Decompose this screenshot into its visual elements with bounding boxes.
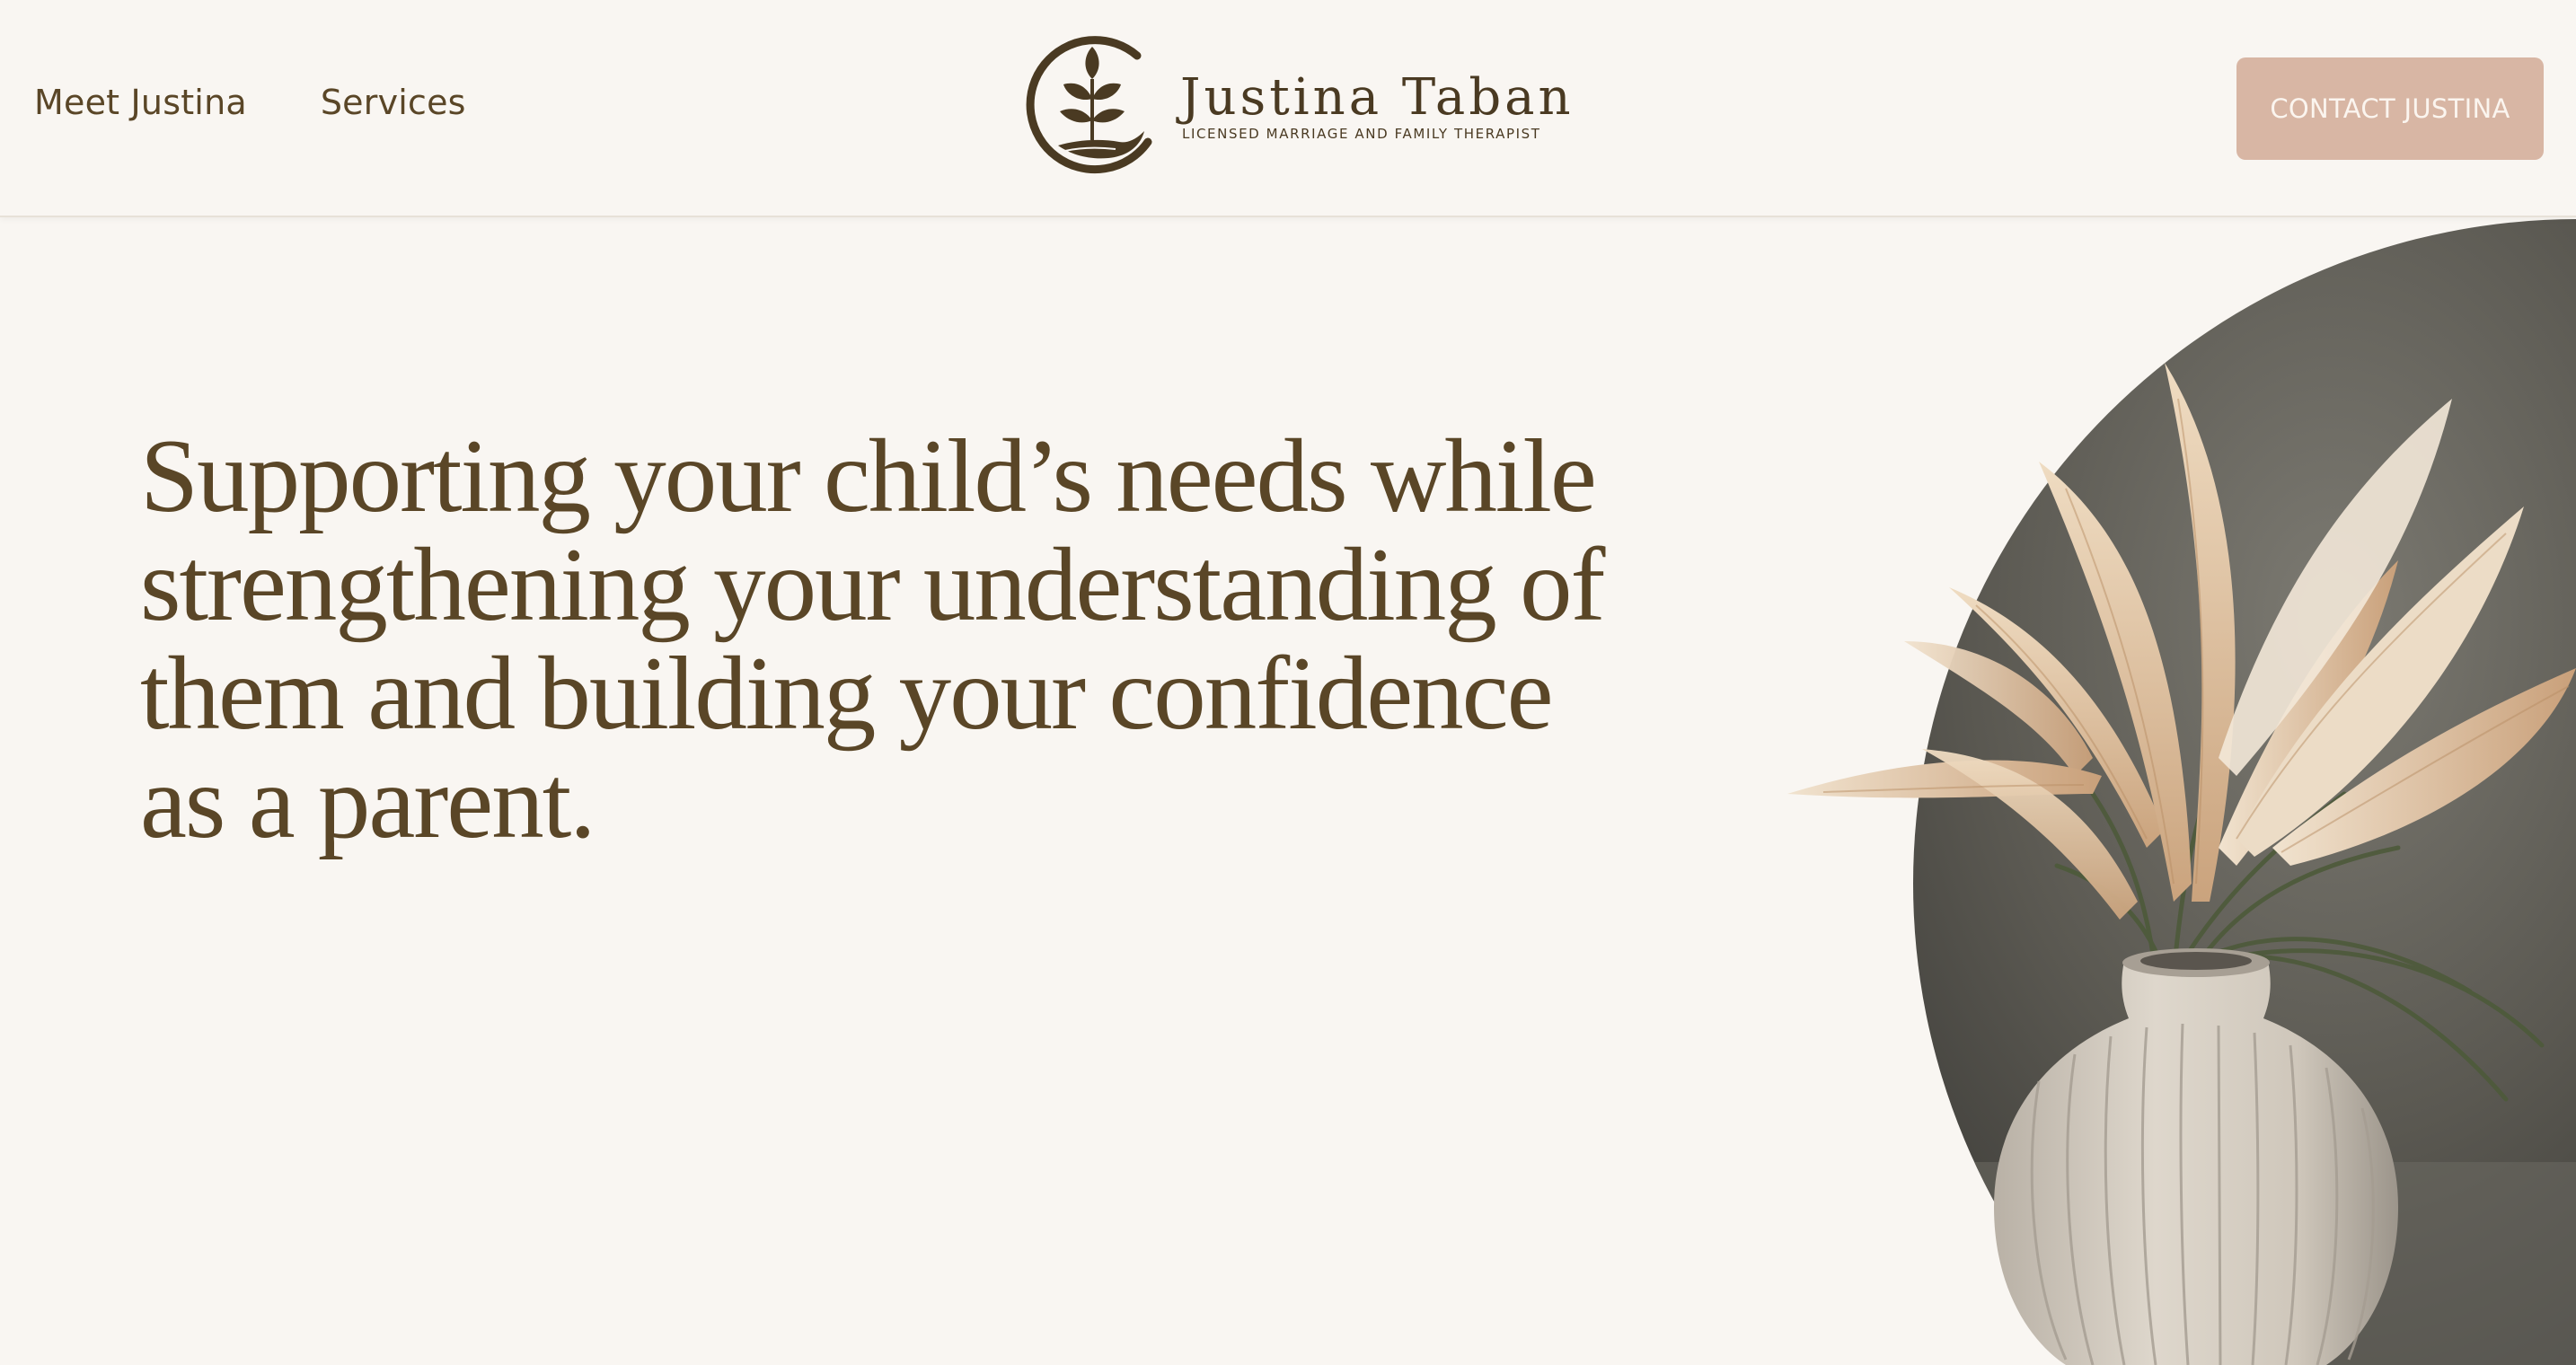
- site-logo[interactable]: Justina Taban LICENSED MARRIAGE AND FAMI…: [1022, 32, 1571, 183]
- logo-tagline: LICENSED MARRIAGE AND FAMILY THERAPIST: [1182, 126, 1541, 142]
- sprout-in-hand-icon: [1026, 36, 1152, 174]
- contact-justina-button[interactable]: CONTACT JUSTINA: [2236, 57, 2544, 160]
- hero-heading: Supporting your child’s needs while stre…: [140, 418, 1605, 860]
- hero-image: [1769, 219, 2576, 1365]
- site-header: Meet Justina Services Justina Taban LICE…: [0, 0, 2576, 217]
- logo-name: Justina Taban: [1180, 68, 1575, 127]
- pampas-grass-vase-photo: [1787, 219, 2576, 1365]
- nav-link-services[interactable]: Services: [321, 83, 466, 122]
- main-nav: Meet Justina Services: [34, 83, 466, 122]
- nav-link-meet-justina[interactable]: Meet Justina: [34, 83, 247, 122]
